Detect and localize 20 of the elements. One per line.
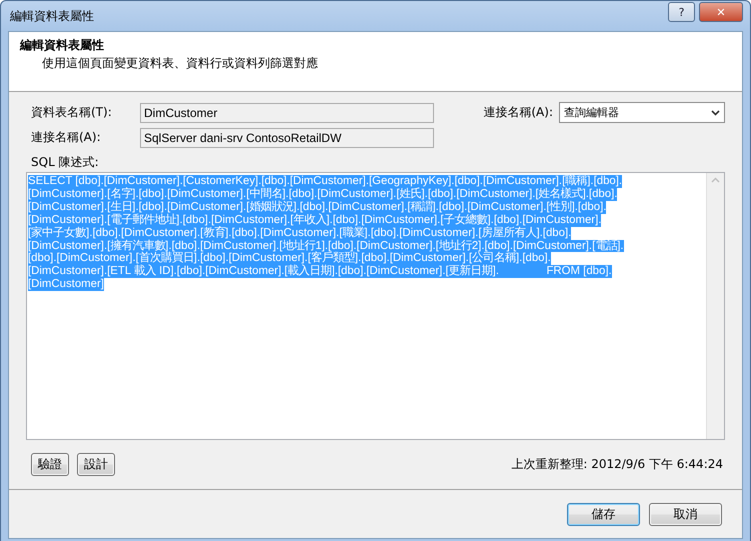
scrollbar[interactable] — [706, 173, 724, 439]
design-button[interactable]: 設計 — [77, 452, 115, 476]
text-field[interactable]: DimCustomer — [140, 102, 434, 122]
sql-label: SQL 陳述式: — [30, 154, 100, 171]
field-label: 資料表名稱(T): — [30, 104, 113, 121]
last-refresh-text: 上次重新整理: 2012/9/6 下午 6:44:24 — [511, 456, 723, 472]
scroll-up-icon[interactable] — [711, 177, 720, 183]
cancel-button[interactable]: 取消 — [649, 502, 722, 526]
window-title: 編輯資料表屬性 — [9, 8, 94, 24]
save-button[interactable]: 儲存 — [567, 502, 640, 526]
help-button[interactable]: ? — [668, 2, 695, 22]
sql-text-area[interactable] — [26, 172, 725, 440]
field-label: 連接名稱(A): — [483, 104, 553, 121]
validate-button[interactable]: 驗證 — [31, 452, 69, 476]
field-label: 連接名稱(A): — [30, 129, 102, 146]
page-title: 編輯資料表屬性 — [20, 37, 105, 54]
text-field[interactable]: SqlServer dani-srv ContosoRetailDW — [140, 128, 434, 148]
dropdown[interactable]: 查詢編輯器 — [559, 102, 725, 123]
page-subtitle: 使用這個頁面變更資料表、資料行或資料列篩選對應 — [41, 55, 319, 72]
caret-icon — [711, 110, 720, 116]
